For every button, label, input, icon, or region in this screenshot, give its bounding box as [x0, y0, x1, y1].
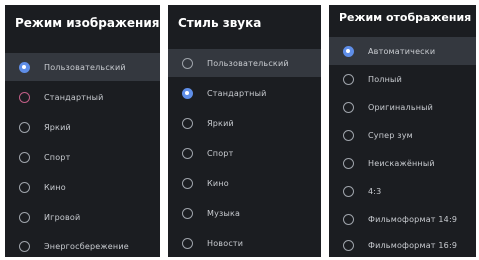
option-label: Пользовательский: [207, 58, 289, 68]
picture-mode-menu: Режим изображения Пользовательский Станд…: [5, 5, 160, 257]
option-label: Полный: [368, 74, 402, 84]
menu-option[interactable]: Неискажённый: [329, 149, 476, 177]
option-label: Яркий: [44, 122, 71, 132]
menu-option[interactable]: Музыка: [168, 199, 321, 227]
radio-icon: [182, 147, 193, 159]
menu-option[interactable]: Супер зум: [329, 121, 476, 149]
option-label: Игровой: [44, 212, 81, 222]
radio-icon: [19, 151, 30, 163]
menu-option[interactable]: Фильмоформат 14:9: [329, 205, 476, 233]
option-label: Спорт: [44, 152, 71, 162]
menu-option[interactable]: Пользовательский: [168, 49, 321, 77]
radio-icon: [343, 185, 354, 197]
menu-option[interactable]: Оригинальный: [329, 93, 476, 121]
radio-focused-icon: [19, 91, 30, 103]
screenshot-collage: Режим изображения Пользовательский Станд…: [0, 0, 479, 260]
radio-icon: [182, 237, 193, 249]
radio-icon: [343, 213, 354, 225]
menu-option[interactable]: Кино: [5, 173, 160, 201]
radio-checked-icon: [343, 45, 354, 57]
radio-icon: [19, 121, 30, 133]
radio-icon: [182, 177, 193, 189]
radio-icon: [182, 57, 193, 69]
menu-option[interactable]: Стандартный: [5, 83, 160, 111]
radio-icon: [343, 129, 354, 141]
display-mode-menu: Режим отображения Автоматически Полный О…: [329, 5, 476, 257]
radio-checked-icon: [182, 87, 193, 99]
radio-icon: [19, 181, 30, 193]
menu-option[interactable]: Полный: [329, 65, 476, 93]
option-label: Стандартный: [44, 92, 104, 102]
radio-icon: [19, 211, 30, 223]
radio-checked-icon: [19, 61, 30, 73]
menu-option[interactable]: Спорт: [5, 143, 160, 171]
menu-title: Режим отображения: [329, 5, 476, 31]
option-label: Пользовательский: [44, 62, 126, 72]
menu-title: Стиль звука: [168, 5, 321, 41]
option-label: Спорт: [207, 148, 234, 158]
menu-option[interactable]: Энергосбережение: [5, 232, 160, 257]
radio-icon: [182, 117, 193, 129]
menu-option[interactable]: Стандартный: [168, 79, 321, 107]
menu-option[interactable]: Пользовательский: [5, 53, 160, 81]
menu-option[interactable]: Яркий: [168, 109, 321, 137]
radio-icon: [343, 157, 354, 169]
radio-icon: [182, 207, 193, 219]
menu-option[interactable]: Автоматически: [329, 37, 476, 65]
option-label: Оригинальный: [368, 102, 434, 112]
radio-icon: [343, 101, 354, 113]
menu-option[interactable]: Игровой: [5, 203, 160, 231]
menu-option[interactable]: Кино: [168, 169, 321, 197]
radio-icon: [19, 240, 30, 252]
option-label: Музыка: [207, 208, 241, 218]
option-label: Кино: [207, 178, 229, 188]
option-label: Яркий: [207, 118, 234, 128]
menu-option[interactable]: Новости: [168, 229, 321, 257]
option-label: Фильмоформат 16:9: [368, 240, 458, 250]
option-label: Автоматически: [368, 46, 436, 56]
option-label: Стандартный: [207, 88, 267, 98]
menu-option[interactable]: Фильмоформат 16:9: [329, 233, 476, 257]
radio-icon: [343, 239, 354, 251]
option-label: Новости: [207, 238, 244, 248]
option-label: Супер зум: [368, 130, 413, 140]
sound-style-menu: Стиль звука Пользовательский Стандартный…: [168, 5, 321, 257]
menu-title: Режим изображения: [5, 5, 160, 41]
option-label: Неискажённый: [368, 158, 435, 168]
radio-icon: [343, 73, 354, 85]
menu-option[interactable]: Яркий: [5, 113, 160, 141]
menu-option[interactable]: 4:3: [329, 177, 476, 205]
option-label: Энергосбережение: [44, 241, 129, 251]
option-label: Фильмоформат 14:9: [368, 214, 458, 224]
option-label: Кино: [44, 182, 66, 192]
menu-option[interactable]: Спорт: [168, 139, 321, 167]
option-label: 4:3: [368, 186, 382, 196]
